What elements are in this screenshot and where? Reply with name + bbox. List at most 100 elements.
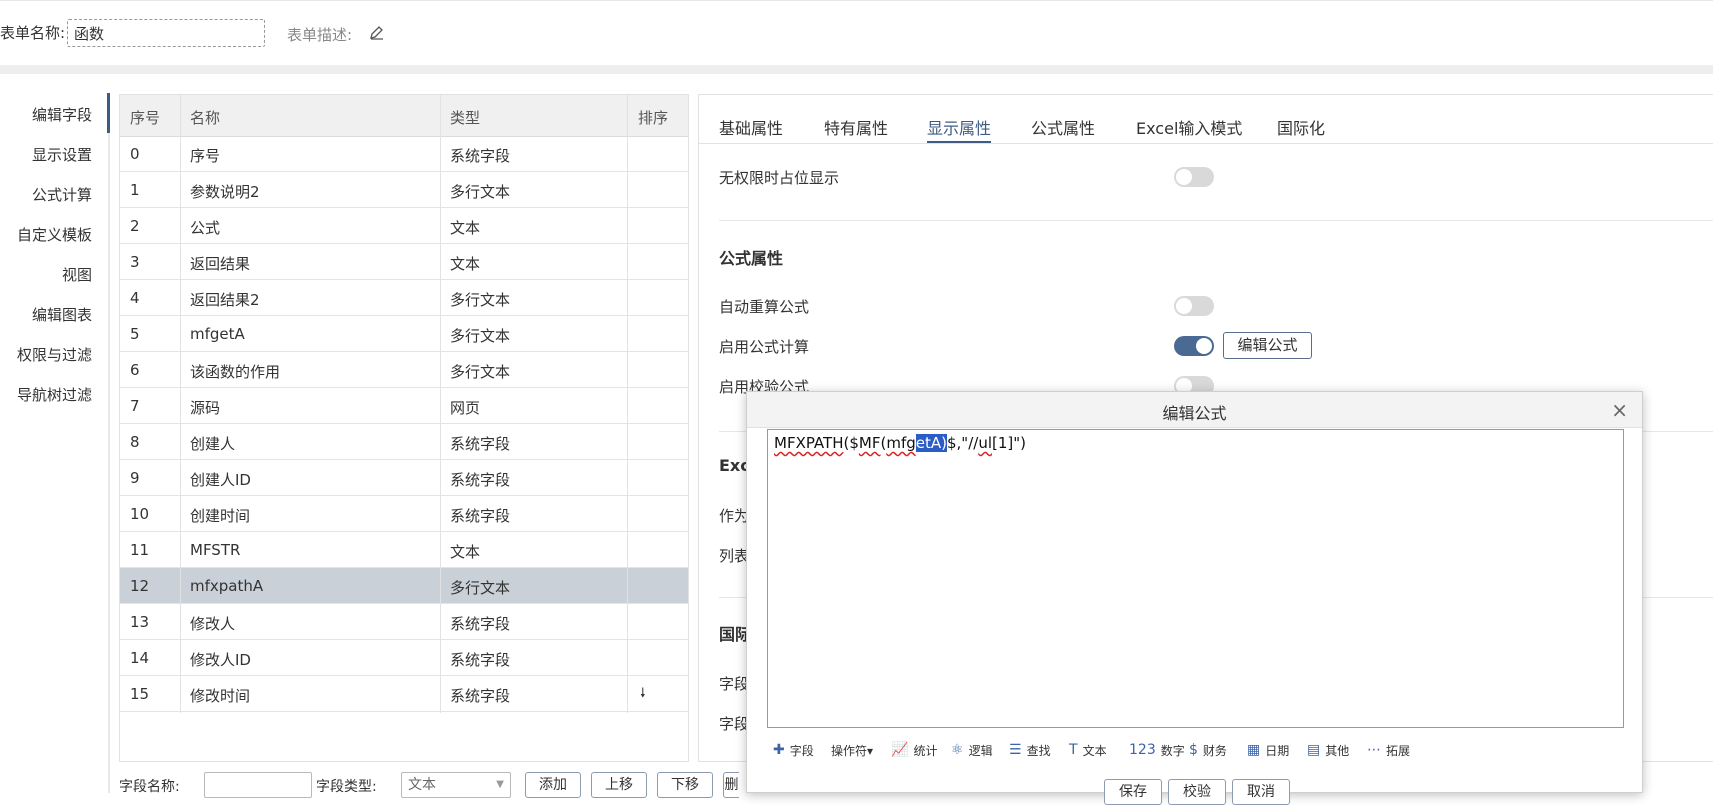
- col-header-sort[interactable]: 排序: [638, 107, 668, 128]
- row-type: 系统字段: [450, 471, 511, 489]
- nav-item-formula-calc[interactable]: 公式计算: [32, 184, 92, 205]
- left-nav: 编辑字段 显示设置 公式计算 自定义模板 视图 编辑图表 权限与过滤 导航树过滤: [0, 93, 110, 793]
- table-row[interactable]: 0 序号 系统字段: [120, 136, 688, 172]
- col-header-index[interactable]: 序号: [130, 107, 160, 128]
- formula-text[interactable]: MFXPATH($MF(mfgetA)$,"//ul[1]"): [774, 434, 1026, 452]
- tool-label: 字段: [789, 743, 814, 758]
- tool-number[interactable]: 123 数字: [1129, 739, 1185, 761]
- tool-text[interactable]: T 文本: [1069, 739, 1107, 761]
- table-row[interactable]: 8 创建人 系统字段: [120, 424, 688, 460]
- add-field-button[interactable]: 添加: [525, 772, 581, 798]
- row-type: 多行文本: [450, 579, 511, 597]
- tab-formula[interactable]: 公式属性: [1031, 115, 1095, 139]
- other-icon: ▤: [1307, 742, 1321, 758]
- nav-item-display-settings[interactable]: 显示设置: [32, 144, 92, 165]
- formula-token: [1]"): [992, 434, 1026, 452]
- row-type: 系统字段: [450, 687, 511, 705]
- formula-selection: etA): [915, 434, 947, 452]
- dialog-header: 编辑公式 ×: [747, 392, 1642, 428]
- table-row[interactable]: 11 MFSTR 文本: [120, 532, 688, 568]
- tool-lookup[interactable]: ☰ 查找: [1009, 739, 1051, 761]
- field-type-select[interactable]: 文本 ▼: [401, 772, 511, 798]
- tool-stats[interactable]: 📈 统计: [891, 739, 937, 761]
- enable-formula-toggle[interactable]: [1174, 336, 1214, 356]
- tool-label: 文本: [1082, 743, 1107, 758]
- validate-button[interactable]: 校验: [1168, 779, 1226, 805]
- tool-logic[interactable]: ⚛ 逻辑: [951, 739, 993, 761]
- row-index: 13: [130, 613, 150, 631]
- formula-section-title: 公式属性: [719, 249, 784, 268]
- formula-editor[interactable]: MFXPATH($MF(mfgetA)$,"//ul[1]"): [767, 429, 1624, 728]
- table-row[interactable]: 9 创建人ID 系统字段: [120, 460, 688, 496]
- extend-icon: ⋯: [1367, 742, 1381, 758]
- tool-field[interactable]: ✚ 字段: [773, 739, 814, 761]
- nav-item-permissions[interactable]: 权限与过滤: [17, 344, 92, 365]
- tool-finance[interactable]: $ 财务: [1189, 739, 1227, 761]
- tool-label: 其他: [1325, 743, 1350, 758]
- move-down-button[interactable]: 下移: [657, 772, 713, 798]
- tab-excel-input[interactable]: Excel输入模式: [1136, 115, 1242, 139]
- edit-formula-button[interactable]: 编辑公式: [1223, 332, 1312, 359]
- row-type: 文本: [450, 219, 481, 237]
- table-row[interactable]: 5 mfgetA 多行文本: [120, 316, 688, 352]
- row-type: 系统字段: [450, 147, 511, 165]
- col-header-type[interactable]: 类型: [450, 107, 480, 128]
- close-icon[interactable]: ×: [1611, 398, 1628, 422]
- excel-row-label: 作为: [719, 507, 750, 525]
- nav-item-custom-template[interactable]: 自定义模板: [17, 224, 92, 245]
- tab-display[interactable]: 显示属性: [927, 115, 991, 139]
- edit-pencil-icon[interactable]: [368, 24, 386, 42]
- no-permission-placeholder-toggle[interactable]: [1174, 167, 1214, 187]
- nav-item-tree-filter[interactable]: 导航树过滤: [17, 384, 92, 405]
- tool-label: 操作符▾: [831, 743, 874, 758]
- tool-date[interactable]: ▦ 日期: [1247, 739, 1289, 761]
- tool-operator[interactable]: 操作符▾: [831, 739, 873, 761]
- section-divider: [719, 220, 1713, 221]
- nav-active-indicator: [107, 93, 110, 133]
- row-name: 创建时间: [190, 507, 251, 525]
- row-index: 1: [130, 181, 140, 199]
- move-up-button[interactable]: 上移: [591, 772, 647, 798]
- formula-tools-bar: ✚ 字段 操作符▾ 📈 统计 ⚛ 逻辑 ☰ 查找 T 文本 123 数字 $ 财务 ▦ 日期 ▤ 其他 ⋯ 拓展: [773, 739, 1633, 763]
- tool-other[interactable]: ▤ 其他: [1307, 739, 1349, 761]
- bottom-toolbar: 字段名称: 字段类型: 文本 ▼ 添加 上移 下移 删: [119, 770, 739, 798]
- nav-item-edit-chart[interactable]: 编辑图表: [32, 304, 92, 325]
- cancel-button[interactable]: 取消: [1232, 779, 1290, 805]
- table-row[interactable]: 13 修改人 系统字段: [120, 604, 688, 640]
- save-button[interactable]: 保存: [1104, 779, 1162, 805]
- tab-i18n[interactable]: 国际化: [1277, 115, 1325, 139]
- row-name: 创建人ID: [190, 471, 251, 489]
- table-header: 序号 名称 类型 排序: [120, 95, 688, 137]
- form-name-label: 表单名称:: [0, 24, 66, 42]
- form-name-input[interactable]: 函数: [67, 19, 265, 47]
- sort-down-icon[interactable]: 🠗: [640, 684, 646, 706]
- table-row[interactable]: 15 修改时间 系统字段 🠗: [120, 676, 688, 712]
- row-index: 0: [130, 145, 140, 163]
- nav-item-view[interactable]: 视图: [62, 264, 92, 285]
- table-row[interactable]: 10 创建时间 系统字段: [120, 496, 688, 532]
- nav-item-edit-fields[interactable]: 编辑字段: [32, 104, 92, 125]
- table-row[interactable]: 6 该函数的作用 多行文本: [120, 352, 688, 388]
- table-row[interactable]: 7 源码 网页: [120, 388, 688, 424]
- row-type: 多行文本: [450, 327, 511, 345]
- table-row[interactable]: 4 返回结果2 多行文本: [120, 280, 688, 316]
- tool-label: 拓展: [1386, 743, 1411, 758]
- excel-list-label: 列表: [719, 547, 750, 565]
- tab-basic[interactable]: 基础属性: [719, 115, 783, 139]
- field-type-label: 字段类型:: [316, 779, 377, 795]
- table-row[interactable]: 2 公式 文本: [120, 208, 688, 244]
- row-type: 系统字段: [450, 435, 511, 453]
- col-header-name[interactable]: 名称: [190, 107, 220, 128]
- field-name-input[interactable]: [204, 772, 312, 798]
- table-row[interactable]: 14 修改人ID 系统字段: [120, 640, 688, 676]
- tool-extend[interactable]: ⋯ 拓展: [1367, 739, 1410, 761]
- formula-token: ($: [843, 434, 859, 452]
- finance-icon: $: [1189, 742, 1198, 758]
- table-row[interactable]: 12 mfxpathA 多行文本: [120, 568, 688, 604]
- table-row[interactable]: 3 返回结果 文本: [120, 244, 688, 280]
- tab-specific[interactable]: 特有属性: [824, 115, 888, 139]
- row-type: 多行文本: [450, 291, 511, 309]
- delete-button[interactable]: 删: [723, 772, 739, 798]
- auto-recalc-toggle[interactable]: [1174, 296, 1214, 316]
- table-row[interactable]: 1 参数说明2 多行文本: [120, 172, 688, 208]
